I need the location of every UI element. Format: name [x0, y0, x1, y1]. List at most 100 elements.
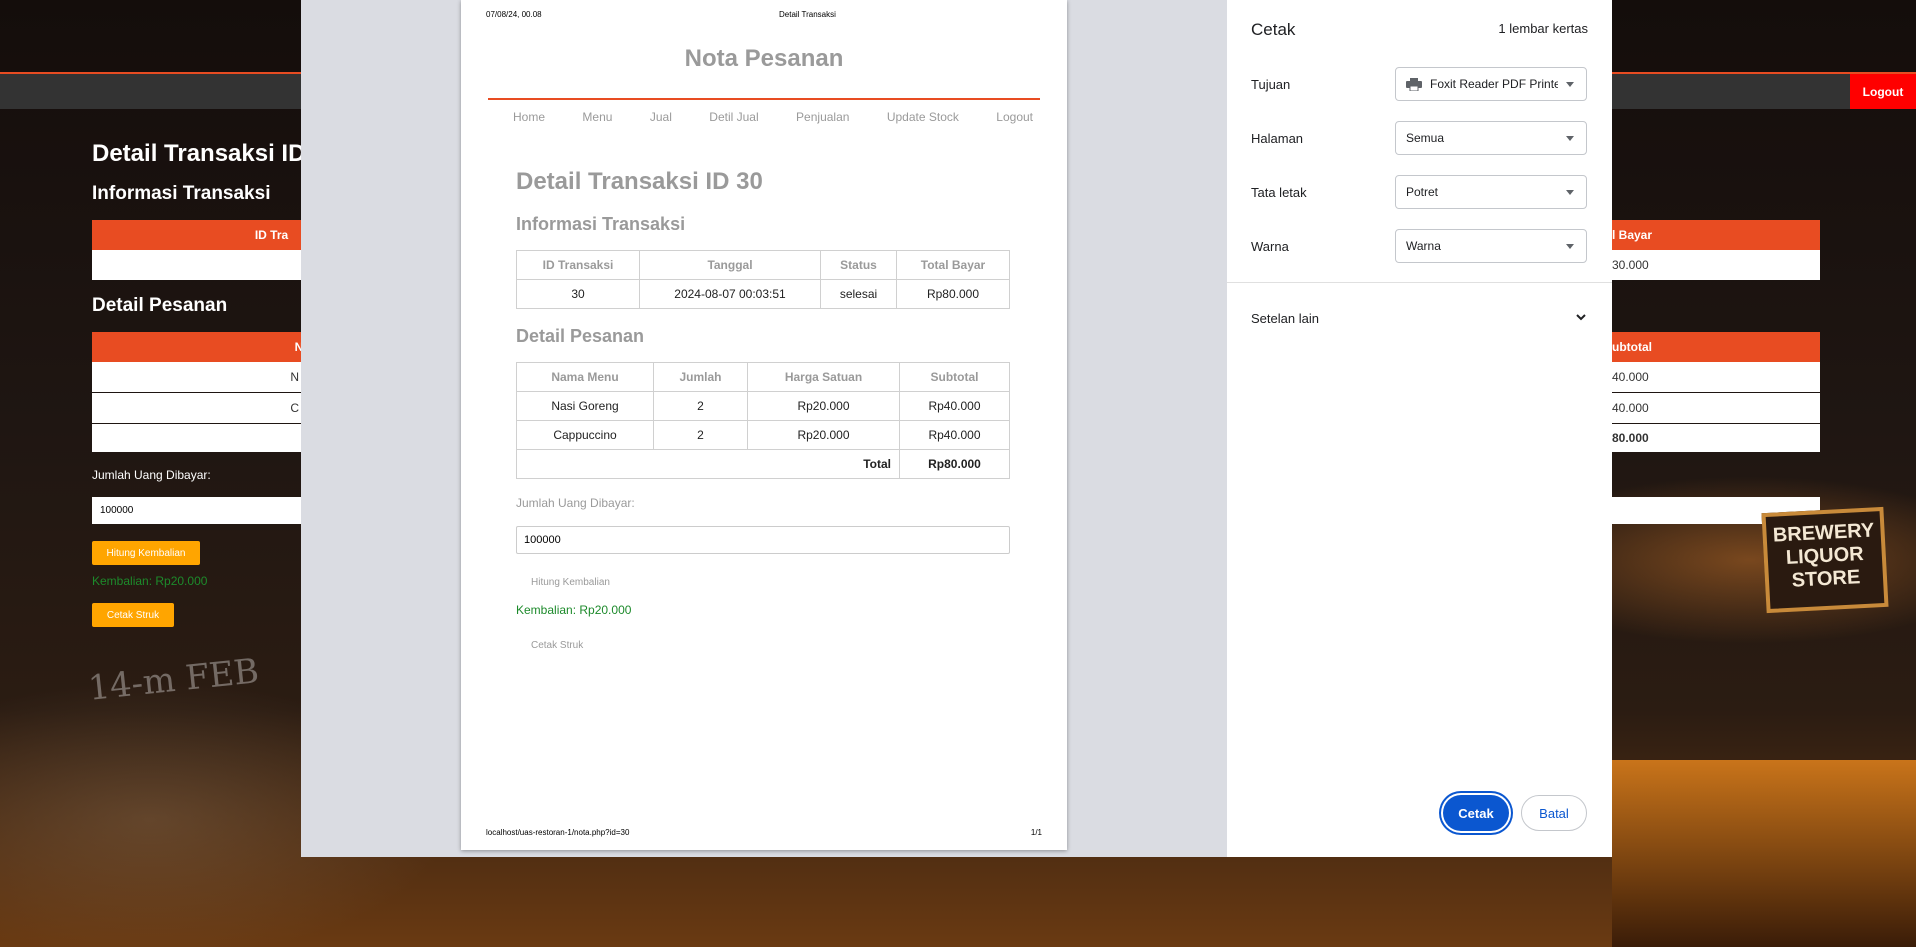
table-row: 30 2024-08-07 00:03:51 selesai Rp80.000 — [516, 279, 1010, 309]
table-cell: Rp40.000 — [899, 420, 1010, 450]
sheet-count: 1 lembar kertas — [1498, 21, 1588, 36]
bar-counter — [1612, 760, 1916, 947]
print-dialog: 07/08/24, 00.08 Detail Transaksi Nota Pe… — [301, 0, 1612, 857]
background-row-left: N — [92, 362, 301, 392]
nav-penjualan[interactable]: Penjualan — [796, 110, 849, 124]
background-info-header-right: l Bayar — [1612, 220, 1820, 250]
total-value: Rp80.000 — [899, 449, 1010, 479]
table-header-row: Nama Menu Jumlah Harga Satuan Subtotal — [516, 362, 1010, 392]
pay-input[interactable]: 100000 — [516, 526, 1010, 554]
nota-divider — [488, 98, 1040, 100]
print-title: Cetak — [1251, 20, 1296, 39]
destination-select[interactable]: Foxit Reader PDF Printer — [1395, 67, 1587, 101]
color-label: Warna — [1251, 239, 1289, 254]
more-settings-toggle[interactable]: Setelan lain — [1251, 311, 1319, 326]
table-header: Status — [820, 250, 897, 280]
background-kembalian-text: Kembalian: Rp20.000 — [92, 574, 208, 588]
table-cell: Rp20.000 — [747, 420, 900, 450]
nota-title: Nota Pesanan — [684, 45, 844, 72]
print-button[interactable]: Cetak — [1443, 795, 1509, 831]
chevron-down-icon — [1566, 82, 1574, 87]
page-footer-url: localhost/uas-restoran-1/nota.php?id=30 — [486, 828, 630, 837]
background-row-left — [92, 424, 301, 452]
background-info-heading: Informasi Transaksi — [92, 183, 271, 204]
table-cell: selesai — [820, 279, 897, 309]
chevron-down-icon — [1566, 136, 1574, 141]
table-row: Cappuccino 2 Rp20.000 Rp40.000 — [516, 420, 1010, 450]
background-logout-button[interactable]: Logout — [1850, 74, 1916, 109]
background-info-header-left: ID Tra — [92, 220, 301, 250]
nav-home[interactable]: Home — [513, 110, 545, 124]
brewery-sign: BREWERY LIQUOR STORE — [1761, 506, 1889, 614]
table-header: Harga Satuan — [747, 362, 900, 392]
table-header: Total Bayar — [896, 250, 1010, 280]
page-header-datetime: 07/08/24, 00.08 — [486, 10, 542, 19]
pages-select[interactable]: Semua — [1395, 121, 1587, 155]
background-info-cell-left — [92, 250, 301, 280]
table-header: Nama Menu — [516, 362, 654, 392]
background-row-left: C — [92, 393, 301, 423]
background-info-cell-right: 30.000 — [1612, 250, 1820, 280]
nav-menu[interactable]: Menu — [582, 110, 612, 124]
chevron-down-icon — [1566, 244, 1574, 249]
background-hitung-button[interactable]: Hitung Kembalian — [92, 541, 200, 565]
background-pesanan-heading: Detail Pesanan — [92, 295, 228, 316]
table-row: Nasi Goreng 2 Rp20.000 Rp40.000 — [516, 391, 1010, 421]
print-settings-panel: Cetak 1 lembar kertas Tujuan Foxit Reade… — [1227, 0, 1612, 857]
background-chalk-writing: 14-m FEB — [86, 651, 261, 709]
nota-nav: Home Menu Jual Detil Jual Penjualan Upda… — [513, 110, 1033, 124]
destination-label: Tujuan — [1251, 77, 1291, 92]
chevron-down-icon — [1566, 190, 1574, 195]
total-label: Total — [516, 449, 900, 479]
background-row-right: 40.000 — [1612, 362, 1820, 392]
nav-update-stock[interactable]: Update Stock — [887, 110, 959, 124]
table-cell: 2 — [653, 391, 748, 421]
table-total-row: Total Rp80.000 — [516, 449, 1010, 479]
table-cell: 2 — [653, 420, 748, 450]
hitung-kembalian-button[interactable]: Hitung Kembalian — [531, 577, 610, 588]
background-row-right: 40.000 — [1612, 393, 1820, 423]
page-header-title: Detail Transaksi — [779, 10, 836, 19]
print-preview-page: 07/08/24, 00.08 Detail Transaksi Nota Pe… — [461, 0, 1067, 850]
order-table: Nama Menu Jumlah Harga Satuan Subtotal N… — [516, 362, 1010, 479]
nav-logout[interactable]: Logout — [996, 110, 1033, 124]
layout-label: Tata letak — [1251, 185, 1307, 200]
layout-select[interactable]: Potret — [1395, 175, 1587, 209]
background-pesanan-header-right: ubtotal — [1612, 332, 1820, 362]
background-pay-label: Jumlah Uang Dibayar: — [92, 468, 211, 482]
table-cell: Rp40.000 — [899, 391, 1010, 421]
kembalian-text: Kembalian: Rp20.000 — [516, 603, 632, 617]
chevron-down-icon[interactable] — [1574, 310, 1588, 329]
table-header-row: ID Transaksi Tanggal Status Total Bayar — [516, 250, 1010, 280]
table-cell: 2024-08-07 00:03:51 — [639, 279, 821, 309]
table-header: ID Transaksi — [516, 250, 640, 280]
table-cell: Cappuccino — [516, 420, 654, 450]
page-footer-count: 1/1 — [1030, 828, 1042, 837]
nav-detil-jual[interactable]: Detil Jual — [709, 110, 758, 124]
nav-jual[interactable]: Jual — [650, 110, 672, 124]
transaction-heading: Detail Transaksi ID 30 — [516, 168, 763, 195]
table-header: Tanggal — [639, 250, 821, 280]
cancel-button[interactable]: Batal — [1521, 795, 1587, 831]
info-table: ID Transaksi Tanggal Status Total Bayar … — [516, 250, 1010, 309]
background-pesanan-header-left: N — [92, 332, 303, 362]
background-page-title: Detail Transaksi ID — [92, 140, 306, 167]
background-cetak-button[interactable]: Cetak Struk — [92, 603, 174, 627]
background-row-right: 80.000 — [1612, 424, 1820, 452]
table-cell: 30 — [516, 279, 640, 309]
printer-icon — [1406, 77, 1422, 91]
print-preview-area: 07/08/24, 00.08 Detail Transaksi Nota Pe… — [301, 0, 1227, 857]
table-cell: Nasi Goreng — [516, 391, 654, 421]
background-pay-input[interactable]: 100000 — [92, 497, 301, 524]
table-header: Jumlah — [653, 362, 748, 392]
table-cell: Rp20.000 — [747, 391, 900, 421]
pages-label: Halaman — [1251, 131, 1304, 146]
pay-label: Jumlah Uang Dibayar: — [516, 496, 635, 510]
table-header: Subtotal — [899, 362, 1010, 392]
table-cell: Rp80.000 — [896, 279, 1010, 309]
cetak-struk-button[interactable]: Cetak Struk — [531, 640, 583, 651]
settings-divider — [1227, 282, 1612, 283]
info-heading: Informasi Transaksi — [516, 214, 686, 234]
color-select[interactable]: Warna — [1395, 229, 1587, 263]
pesanan-heading: Detail Pesanan — [516, 326, 645, 346]
